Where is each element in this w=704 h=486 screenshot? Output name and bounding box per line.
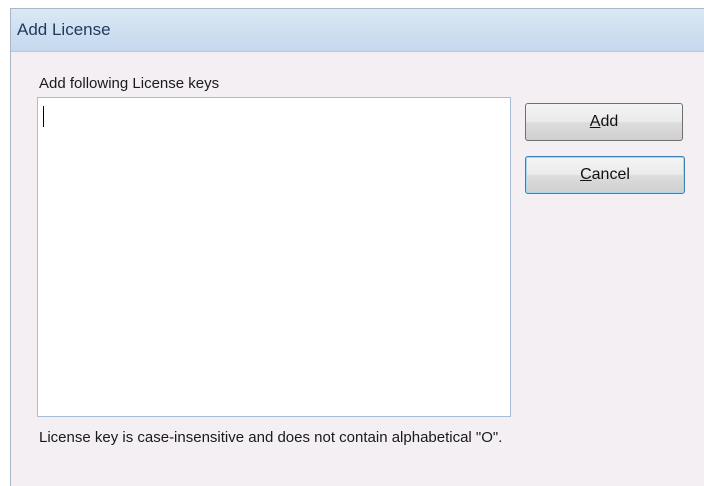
license-keys-label: Add following License keys [39,75,220,92]
dialog-title: Add License [17,20,111,39]
add-license-dialog: Add License Add following License keys A… [10,8,704,486]
add-button[interactable]: Add [525,103,683,141]
license-key-note: License key is case-insensitive and does… [39,429,503,446]
cancel-button-mnemonic: C [580,166,592,183]
license-keys-textarea[interactable] [37,97,511,417]
add-button-mnemonic: A [589,113,601,130]
cancel-button-label: ancel [591,166,630,183]
text-caret [43,106,44,127]
title-bar: Add License [11,9,704,52]
add-button-label: dd [600,113,619,130]
cancel-button[interactable]: Cancel [525,156,685,194]
